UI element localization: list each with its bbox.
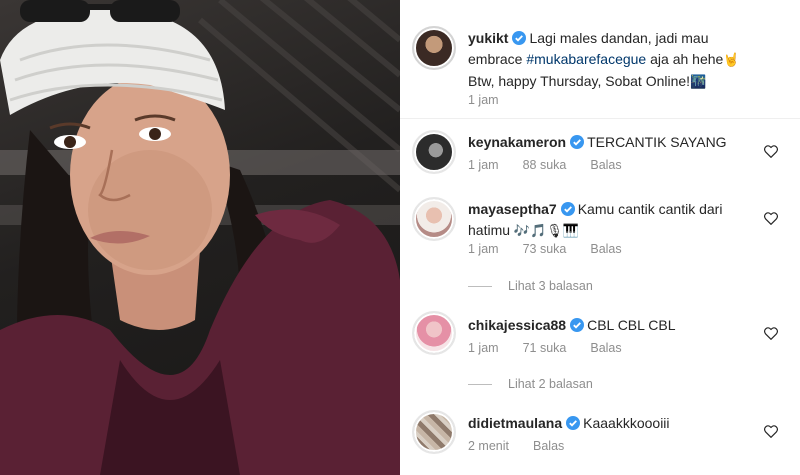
- heart-icon[interactable]: [764, 327, 778, 340]
- verified-badge-icon: [560, 202, 575, 216]
- reply-button[interactable]: Balas: [533, 439, 564, 453]
- comment-username[interactable]: keynakameron: [468, 134, 566, 150]
- comment-text: keynakameron TERCANTIK SAYANG: [468, 132, 758, 153]
- caption-meta: 1 jam: [468, 93, 499, 107]
- avatar[interactable]: [412, 197, 456, 241]
- heart-icon[interactable]: [764, 145, 778, 158]
- night-city-emoji: 🌃: [690, 75, 707, 90]
- reply-button[interactable]: Balas: [590, 341, 621, 355]
- like-count[interactable]: 88 suka: [523, 158, 567, 172]
- view-replies-button[interactable]: Lihat 3 balasan: [468, 279, 593, 293]
- comment-text: mayaseptha7 Kamu cantik cantik dari hatim…: [468, 199, 768, 242]
- comment-body: Kamu cantik cantik dari: [577, 201, 723, 217]
- like-count[interactable]: 73 suka: [523, 242, 567, 256]
- avatar[interactable]: [412, 410, 456, 454]
- music-emojis: 🎶🎵🎙🎹: [513, 224, 579, 239]
- comment-body: Kaaakkkoooiii: [583, 415, 670, 431]
- heart-icon[interactable]: [764, 212, 778, 225]
- verified-badge-icon: [566, 416, 581, 430]
- comment-meta: 1 jam 71 suka Balas: [468, 341, 622, 355]
- timestamp[interactable]: 1 jam: [468, 341, 499, 355]
- verified-badge-icon: [512, 31, 527, 45]
- timestamp[interactable]: 1 jam: [468, 93, 499, 107]
- timestamp[interactable]: 1 jam: [468, 158, 499, 172]
- rock-on-emoji: 🤘: [723, 53, 740, 68]
- reply-button[interactable]: Balas: [590, 158, 621, 172]
- comment-body: CBL CBL CBL: [587, 317, 676, 333]
- comment-text: chikajessica88 CBL CBL CBL: [468, 315, 758, 336]
- caption-text: Lagi males dandan, jadi mau: [529, 30, 709, 46]
- replies-line: [468, 383, 492, 385]
- heart-icon[interactable]: [764, 425, 778, 438]
- comment-text: didietmaulana Kaaakkkoooiii: [468, 413, 758, 434]
- timestamp[interactable]: 2 menit: [468, 439, 509, 453]
- view-replies-button[interactable]: Lihat 2 balasan: [468, 377, 593, 391]
- comment-username[interactable]: mayaseptha7: [468, 201, 557, 217]
- caption-text: embrace: [468, 51, 523, 67]
- comment-body: hatimu: [468, 222, 511, 238]
- comment-username[interactable]: chikajessica88: [468, 317, 566, 333]
- post-photo: [0, 0, 400, 475]
- hashtag-link[interactable]: #mukabarefacegue: [526, 51, 646, 67]
- avatar[interactable]: [412, 26, 456, 70]
- view-replies-label[interactable]: Lihat 2 balasan: [508, 377, 593, 391]
- comment-username[interactable]: didietmaulana: [468, 415, 562, 431]
- selfie-image: [0, 0, 400, 475]
- username[interactable]: yukikt: [468, 30, 508, 46]
- verified-badge-icon: [570, 318, 585, 332]
- comment-body: TERCANTIK SAYANG: [587, 134, 727, 150]
- like-count[interactable]: 71 suka: [523, 341, 567, 355]
- comments-panel: yukikt Lagi males dandan, jadi mau embrac…: [400, 0, 800, 475]
- comment-meta: 1 jam 88 suka Balas: [468, 158, 622, 172]
- avatar[interactable]: [412, 130, 456, 174]
- view-replies-label[interactable]: Lihat 3 balasan: [508, 279, 593, 293]
- caption-text: Btw, happy Thursday, Sobat Online!: [468, 73, 691, 89]
- replies-line: [468, 285, 492, 287]
- post-caption: yukikt Lagi males dandan, jadi mau embrac…: [468, 28, 778, 93]
- caption-text: aja ah hehe: [650, 51, 724, 67]
- comment-meta: 2 menit Balas: [468, 439, 564, 453]
- timestamp[interactable]: 1 jam: [468, 242, 499, 256]
- avatar[interactable]: [412, 311, 456, 355]
- verified-badge-icon: [570, 135, 585, 149]
- divider: [400, 118, 800, 119]
- reply-button[interactable]: Balas: [590, 242, 621, 256]
- comment-meta: 1 jam 73 suka Balas: [468, 242, 622, 256]
